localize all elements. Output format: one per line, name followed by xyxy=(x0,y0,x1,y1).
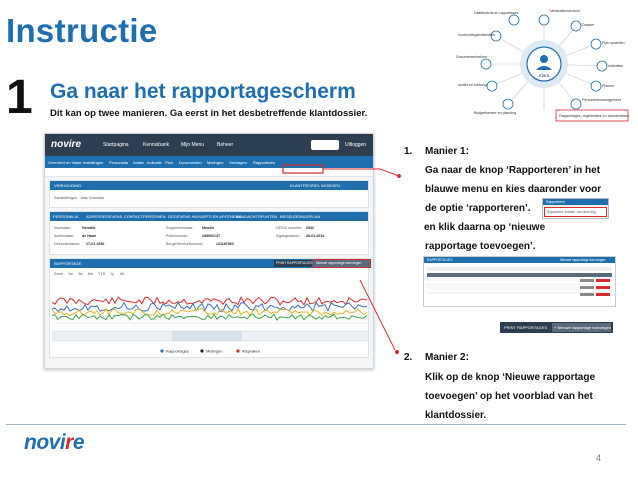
logout-link[interactable]: Uitloggen xyxy=(345,142,366,148)
hub-node: Plan opstellen xyxy=(602,41,625,45)
nav-item[interactable]: Personalia xyxy=(109,160,128,165)
edit-profile-link[interactable]: KLANTPROFIEL WIJZIGEN xyxy=(290,183,340,188)
org-select[interactable] xyxy=(311,140,339,150)
timeline-chart: Rapportages Metingen Afspraken xyxy=(52,296,368,354)
snippet-table-title: RAPPORTAGES xyxy=(427,258,453,262)
hub-node: Planner xyxy=(602,84,615,88)
tab-personalia[interactable]: PERSONALIA xyxy=(53,214,79,219)
snippet-add-report-link[interactable]: Nieuwe rapportage toevoegen xyxy=(560,258,605,262)
tab-huisarts[interactable]: GEGEVENS HUISARTS EN APOTHEEK xyxy=(168,214,241,219)
nav-item[interactable]: Overzicht en Vaste xyxy=(48,160,82,165)
nav-item[interactable]: Instellingen xyxy=(83,160,103,165)
manier2-line: klantdossier. xyxy=(425,410,487,421)
hub-center-label: Klant xyxy=(539,73,550,78)
nav-item[interactable]: Plan xyxy=(165,160,173,165)
manier2-label: Manier 2: xyxy=(425,352,469,363)
nav-item[interactable]: Metingen xyxy=(207,160,223,165)
hub-node: Audits en toetsing xyxy=(458,83,487,87)
manier1-number: 1. xyxy=(404,146,413,157)
manier1-line: de optie ‘rapporteren’. xyxy=(425,203,531,214)
hub-node: Personeelsmanagement xyxy=(582,98,621,102)
hub-node: Medicatieoverzicht xyxy=(550,9,580,13)
new-report-button[interactable]: Nieuwe rapportage toevoegen xyxy=(313,259,371,268)
legend-metingen: Metingen xyxy=(206,349,222,354)
app-screenshot: novire Startpagina Kennisbank Mijn Menu … xyxy=(44,133,374,369)
report-chart-panel: RAPPORTAGE PRINT RAPPORTAGES Nieuwe rapp… xyxy=(49,258,371,358)
manier2-line: Klik op de knop ‘Nieuwe rapportage xyxy=(425,372,596,383)
tab-kennisbank[interactable]: Kennisbank xyxy=(143,142,169,148)
nav-item[interactable]: Verslagen xyxy=(229,160,247,165)
hub-node: Indicaties xyxy=(608,64,623,68)
tab-aandacht[interactable]: AANDACHTSPUNTEN xyxy=(236,214,277,219)
step-subtitle: Dit kan op twee manieren. Ga eerst in he… xyxy=(50,108,368,119)
tab-adres[interactable]: ADRESGEGEVENS xyxy=(86,214,122,219)
step-title: Ga naar het rapportagescherm xyxy=(50,80,356,103)
top-bar: novire Startpagina Kennisbank Mijn Menu … xyxy=(45,134,373,156)
footer-divider xyxy=(6,424,626,425)
manier1-line: en klik daarna op ‘nieuwe xyxy=(424,222,546,233)
panel-header: VERHOUDING xyxy=(54,183,82,188)
nav-item[interactable]: Indicatie xyxy=(147,160,162,165)
hub-node: Dossier xyxy=(582,23,595,27)
manier1-label: Manier 1: xyxy=(425,146,469,157)
tab-beheer[interactable]: Beheer xyxy=(217,142,233,148)
nav-item[interactable]: Intake xyxy=(133,160,144,165)
page-title: Instructie xyxy=(6,12,158,49)
hub-highlight-label: Rapportages, registraties en dossieritem… xyxy=(559,114,629,118)
tab-mijn-menu[interactable]: Mijn Menu xyxy=(181,142,204,148)
legend-rapportages: Rapportages xyxy=(166,349,189,354)
snippet-new-report-button[interactable]: + Nieuwe rapportage toevoegen xyxy=(552,323,611,332)
hub-node: Voorlichtingsmaterialen xyxy=(458,33,495,37)
snippet-menu-rapporteren[interactable]: Rapporteren xyxy=(546,200,565,204)
manier1-line: blauwe menu en kies daaronder voor xyxy=(425,184,602,195)
client-panel: VERHOUDING KLANTPROFIEL WIJZIGEN Subafde… xyxy=(49,180,369,208)
hub-node: Budgetbeheer en planning xyxy=(474,111,516,115)
reports-table-snippet: RAPPORTAGES Nieuwe rapportage toevoegen xyxy=(423,256,616,307)
manier2-line: toevoegen’ op het voorblad van het xyxy=(425,391,593,402)
tab-startpagina[interactable]: Startpagina xyxy=(103,142,129,148)
page-number: 4 xyxy=(596,453,602,463)
personalia-panel: PERSONALIA ADRESGEGEVENS CONTACTPERSONEN… xyxy=(49,211,369,255)
tab-begeleiding[interactable]: BEGELEIDINGSPLAN xyxy=(280,214,320,219)
menu-snippet: Rapporteren Rapporteer: Subafd. van deze… xyxy=(542,198,609,219)
client-hub-diagram: Klant Medicatieoverzicht Dossier Plan op… xyxy=(456,9,629,122)
hub-node: Dashboards en rapportages xyxy=(474,11,519,15)
nav-item[interactable]: Documenten xyxy=(179,160,202,165)
nav-item-rapporteren[interactable]: Rapporteren xyxy=(253,160,275,165)
chart-header: RAPPORTAGE xyxy=(54,261,82,266)
breadcrumb xyxy=(45,168,373,177)
footer-logo: novire xyxy=(24,431,85,454)
snippet-print-button[interactable]: PRINT RAPPORTAGES xyxy=(504,325,547,330)
blue-nav-menu: Overzicht en Vaste Instellingen Personal… xyxy=(45,156,373,168)
print-report-button[interactable]: PRINT RAPPORTAGES xyxy=(274,260,313,267)
panel-row: Subafdelingen : Jaap Cheniaak xyxy=(54,196,104,200)
buttons-snippet: PRINT RAPPORTAGES + Nieuwe rapportage to… xyxy=(500,322,613,333)
manier2-number: 2. xyxy=(404,352,413,363)
manier1-line: rapportage toevoegen’. xyxy=(425,241,536,252)
legend-afspraken: Afspraken xyxy=(242,349,260,354)
step-number: 1 xyxy=(6,71,33,124)
app-logo: novire xyxy=(51,139,82,150)
hub-node: Documentenbeheer xyxy=(456,55,488,59)
snippet-menu-rapporteer[interactable]: Rapporteer: Subafd. van deze dag xyxy=(547,210,596,214)
manier1-line: Ga naar de knop ‘Rapporteren’ in het xyxy=(425,165,601,176)
tab-contact[interactable]: CONTACTPERSONEN xyxy=(124,214,165,219)
